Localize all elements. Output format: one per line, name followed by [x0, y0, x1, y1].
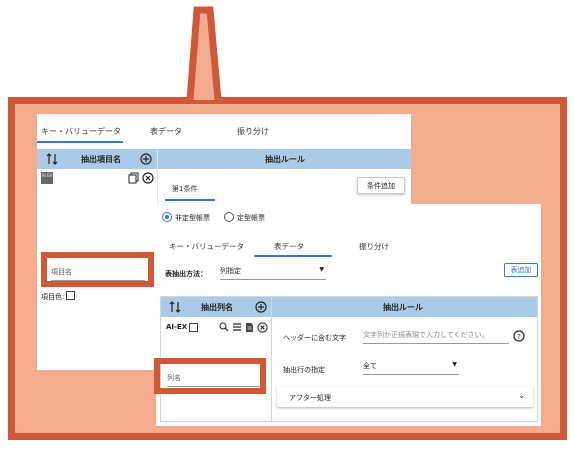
radio-structured-label: 定型帳票 — [237, 214, 265, 222]
header-text-label: ヘッダーに含む文字 — [283, 334, 346, 342]
add-circle-icon[interactable] — [140, 153, 152, 165]
row-spec-select[interactable]: 全て ▼ — [363, 361, 459, 375]
header-text-input[interactable]: 文字列か正規表現で入力してください。 — [363, 330, 509, 344]
close-circle-icon[interactable] — [257, 322, 268, 333]
condition-tab[interactable]: 第1条件 — [172, 184, 197, 194]
row-spec-label: 抽出行の指定 — [283, 366, 325, 374]
tab-sorting[interactable]: 振り分け — [237, 126, 269, 137]
after-process-label: アフター処理 — [289, 394, 331, 402]
sort-icon[interactable] — [169, 301, 181, 313]
condition-tab-indicator — [165, 199, 215, 201]
document-icon[interactable] — [245, 322, 254, 333]
sort-icon[interactable] — [46, 153, 58, 165]
item-color-label: 項目色: — [41, 293, 65, 301]
after-process-accordion[interactable]: アフター処理 ⌄ — [277, 387, 533, 407]
close-circle-icon[interactable] — [142, 172, 154, 184]
front-tab-table-data[interactable]: 表データ — [274, 241, 304, 252]
highlight-column-name — [154, 358, 266, 394]
extract-rule-header: 抽出ルール — [265, 155, 305, 164]
search-refresh-icon[interactable] — [219, 322, 229, 332]
tab-key-value[interactable]: キー・バリューデータ — [41, 126, 121, 137]
extract-column-header: 抽出列名 — [201, 303, 233, 312]
front-tab-key-value[interactable]: キー・バリューデータ — [169, 241, 244, 252]
chevron-down-icon: ▼ — [452, 361, 457, 368]
copy-icon[interactable] — [128, 172, 139, 184]
extract-method-value: 列指定 — [220, 267, 241, 275]
row-spec-value: 全て — [363, 362, 377, 370]
list-icon[interactable] — [232, 322, 242, 332]
ai-ex-label: AI-EX — [166, 323, 188, 331]
help-icon[interactable]: ? — [513, 330, 525, 342]
front-active-tab-indicator — [254, 255, 332, 257]
extract-method-label: 表抽出方法： — [165, 270, 207, 278]
chevron-down-icon: ▼ — [319, 266, 324, 273]
highlight-item-name — [41, 252, 154, 287]
radio-unstructured-label: 非定型帳票 — [175, 214, 210, 222]
add-condition-button[interactable]: 条件追加 — [357, 177, 405, 194]
radio-structured[interactable] — [224, 212, 234, 222]
extract-item-header: 抽出項目名 — [81, 155, 121, 164]
add-table-button[interactable]: 表追加 — [504, 263, 538, 277]
svg-text:?: ? — [517, 333, 521, 341]
tab-table-data[interactable]: 表データ — [150, 126, 182, 137]
active-tab-indicator — [37, 141, 123, 143]
column-divider — [271, 297, 272, 421]
ai-ex-badge: AI EX — [41, 172, 53, 184]
add-circle-icon[interactable] — [255, 301, 267, 313]
item-color-swatch[interactable] — [66, 291, 75, 300]
extract-method-select[interactable]: 列指定 ▼ — [220, 266, 326, 280]
chevron-down-icon: ⌄ — [518, 391, 525, 400]
front-extract-rule-header: 抽出ルール — [383, 303, 423, 312]
front-tab-sorting[interactable]: 振り分け — [359, 241, 389, 252]
radio-unstructured[interactable] — [162, 212, 172, 222]
ai-ex-checkbox[interactable] — [189, 323, 198, 332]
